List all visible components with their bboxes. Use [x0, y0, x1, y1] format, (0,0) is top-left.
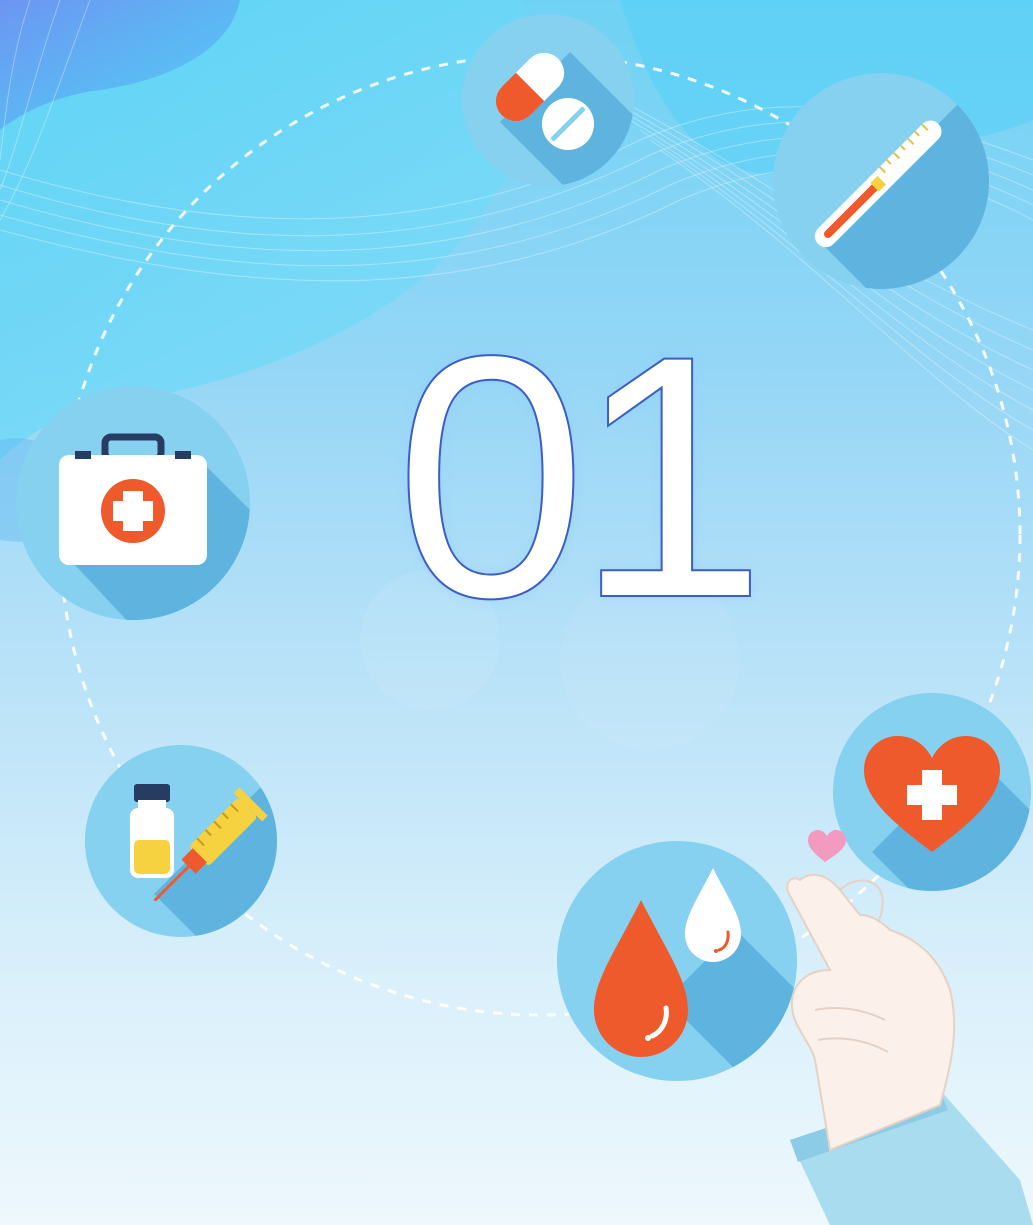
finger-heart-hand-icon: [786, 830, 1033, 1225]
section-number: 01: [394, 285, 768, 670]
blood-drops-icon: [557, 841, 797, 1081]
pills-icon: [462, 14, 634, 186]
vaccine-syringe-icon: [85, 745, 277, 937]
thermometer-icon: [773, 73, 989, 289]
slide-canvas: 01: [0, 0, 1033, 1225]
first-aid-kit-icon: [16, 386, 250, 620]
